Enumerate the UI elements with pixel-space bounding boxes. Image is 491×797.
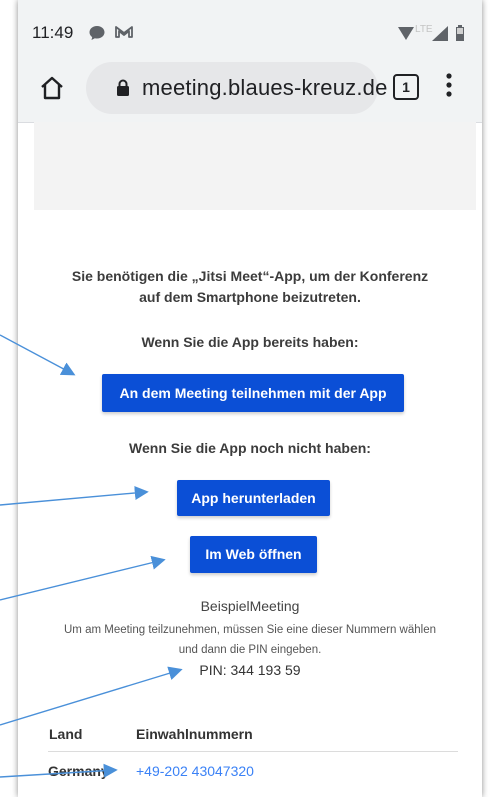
table-header-country: Land (49, 726, 83, 742)
dial-number-link[interactable]: +49-202 43047320 (136, 763, 254, 779)
url-text: meeting.blaues-kreuz.de (142, 75, 388, 100)
join-with-app-button[interactable]: An dem Meeting teilnehmen mit der App (102, 374, 404, 412)
table-divider (48, 751, 458, 752)
dial-info-line-1: Um am Meeting teilzunehmen, müssen Sie e… (63, 624, 436, 636)
gmail-icon (114, 24, 134, 45)
download-app-button[interactable]: App herunterladen (177, 480, 330, 516)
table-header-numbers: Einwahlnummern (136, 726, 253, 742)
header-banner (34, 122, 476, 210)
table-cell-country: Germany (48, 763, 109, 779)
pin-label: PIN: 344 193 59 (199, 662, 301, 678)
intro-text: Sie benötigen die „Jitsi Meet“-App, um d… (18, 266, 482, 308)
status-time: 11:49 (32, 23, 74, 42)
dial-info-line-2: und dann die PIN eingeben. (178, 644, 322, 656)
more-menu-icon[interactable] (446, 70, 452, 100)
no-app-text: Wenn Sie die App noch nicht haben: (129, 440, 371, 456)
wifi-icon (398, 27, 414, 45)
signal-icon (432, 26, 448, 46)
tab-switcher-button[interactable]: 1 (393, 74, 419, 100)
intro-line-1: Sie benötigen die „Jitsi Meet“-App, um d… (71, 268, 429, 284)
open-in-web-button[interactable]: Im Web öffnen (190, 536, 317, 573)
lock-icon (116, 79, 130, 102)
have-app-text: Wenn Sie die App bereits haben: (141, 334, 359, 350)
meeting-name: BeispielMeeting (200, 598, 300, 614)
address-bar[interactable]: meeting.blaues-kreuz.de (86, 62, 387, 114)
status-bar: 11:49 LTE (18, 0, 482, 56)
battery-icon (456, 25, 464, 46)
browser-toolbar: meeting.blaues-kreuz.de 1 (18, 56, 482, 123)
lte-label: LTE (415, 24, 433, 35)
chat-bubble-icon (88, 24, 106, 47)
phone-screen: 11:49 LTE meeting.blaues-kreuz.de 1 Sie … (18, 0, 482, 797)
home-icon[interactable] (38, 74, 66, 102)
intro-line-2: auf dem Smartphone beizutreten. (139, 289, 361, 305)
